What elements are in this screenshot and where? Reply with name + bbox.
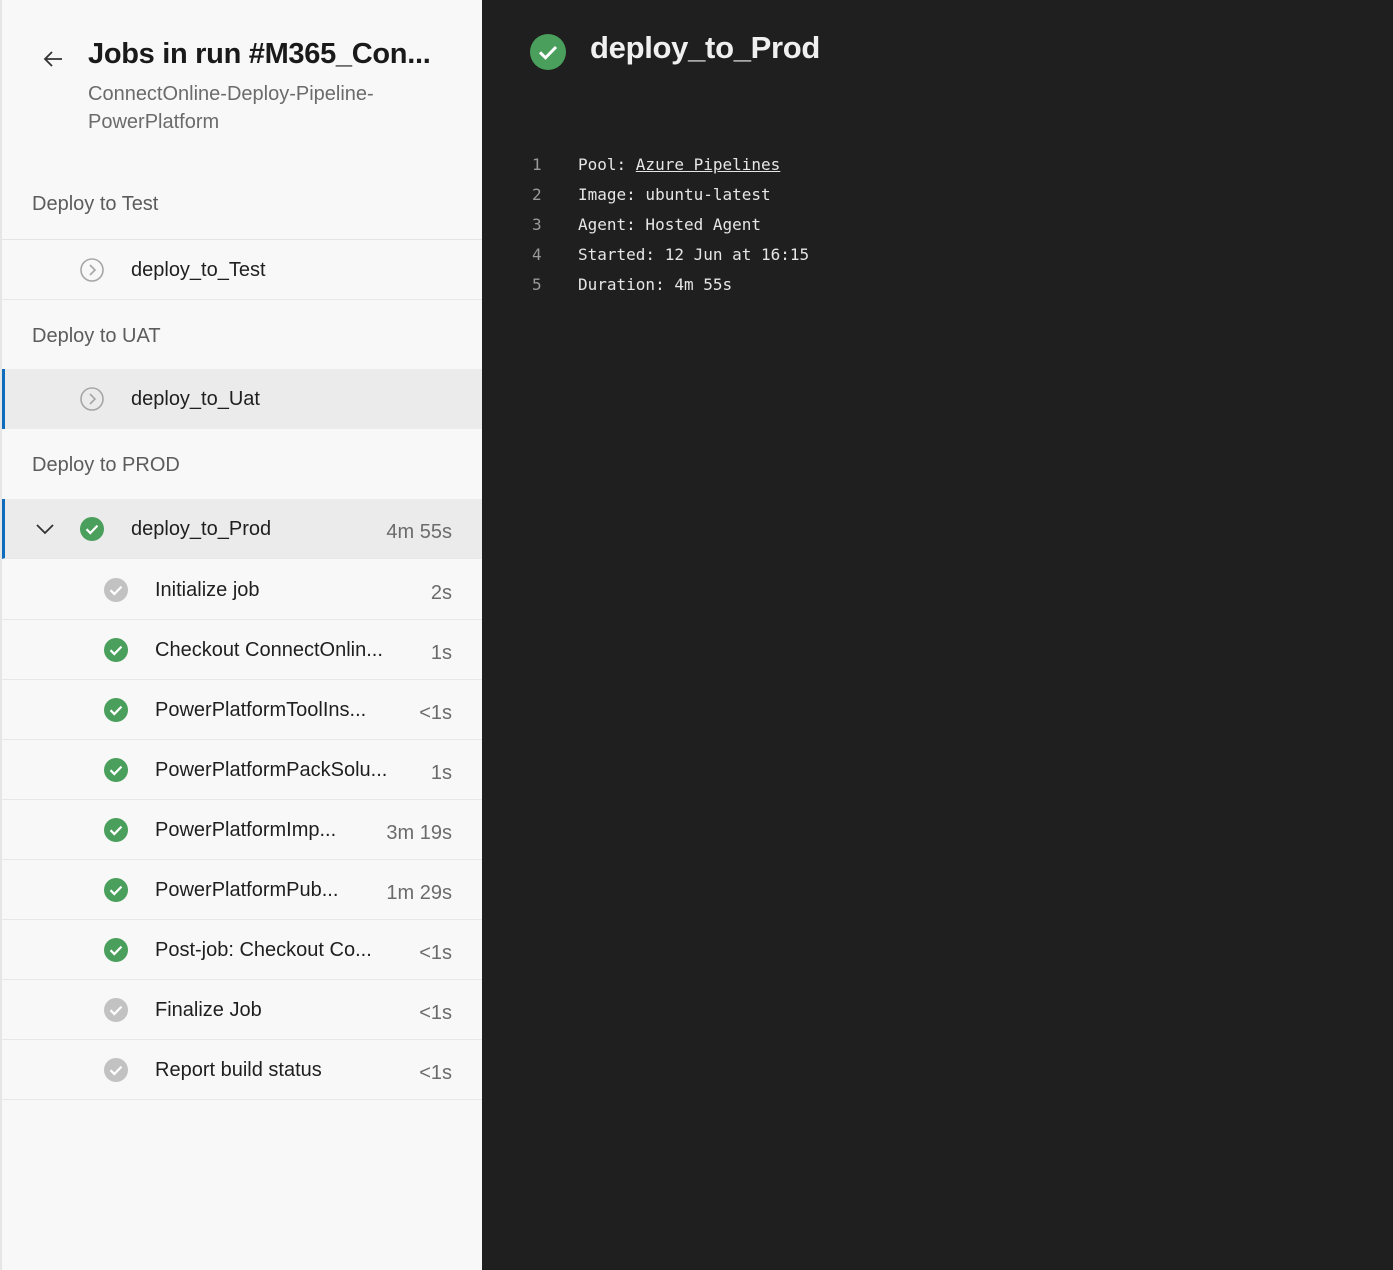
step-row[interactable]: PowerPlatformToolIns... <1s <box>2 680 482 740</box>
step-label: Post-job: Checkout Co... <box>155 939 372 961</box>
gray-check-circle-icon <box>103 997 129 1023</box>
check-circle-icon <box>103 637 129 663</box>
step-duration: 1m 29s <box>386 882 452 904</box>
step-duration: 1s <box>430 762 452 784</box>
job-detail-pane: deploy_to_Prod 1 Pool: Azure Pipelines 2 I… <box>482 0 1393 1270</box>
line-number: 4 <box>532 245 542 264</box>
step-duration: <1s <box>419 1002 452 1024</box>
step-label: Finalize Job <box>155 999 262 1021</box>
step-label: PowerPlatformPackSolu... <box>155 759 388 781</box>
step-duration: <1s <box>419 942 452 964</box>
job-label: deploy_to_Test <box>131 259 266 281</box>
stage-header-prod: Deploy to PROD <box>32 453 180 476</box>
step-row[interactable]: Checkout ConnectOnlin... 1s <box>2 620 482 680</box>
job-row-deploy-to-uat[interactable]: deploy_to_Uat <box>2 369 482 429</box>
log-text: Agent: Hosted Agent <box>578 215 762 234</box>
step-label: PowerPlatformToolIns... <box>155 699 367 721</box>
jobs-pane: Jobs in run #M365_Con... ConnectOnline-D… <box>0 0 482 1270</box>
log-text: Started: 12 Jun at 16:15 <box>578 245 810 264</box>
job-detail-title: deploy_to_Prod <box>590 30 821 65</box>
circle-chevron-icon <box>79 386 105 412</box>
stage-header-test: Deploy to Test <box>2 170 482 240</box>
step-row[interactable]: PowerPlatformImp... 3m 19s <box>2 800 482 860</box>
step-label: Initialize job <box>155 579 260 601</box>
job-row-deploy-to-test[interactable]: deploy_to_Test <box>2 240 482 300</box>
pipeline-name: ConnectOnline-Deploy-Pipeline-PowerPlatf… <box>88 83 374 133</box>
check-circle-icon <box>103 937 129 963</box>
step-row[interactable]: PowerPlatformPackSolu... 1s <box>2 740 482 800</box>
job-duration: 4m 55s <box>386 521 452 543</box>
check-circle-icon <box>529 33 567 71</box>
step-duration: <1s <box>419 702 452 724</box>
jobs-header: Jobs in run #M365_Con... ConnectOnline-D… <box>2 0 482 160</box>
step-row[interactable]: Post-job: Checkout Co... <1s <box>2 920 482 980</box>
step-row[interactable]: Initialize job 2s <box>2 560 482 620</box>
log-line: 3 Agent: Hosted Agent <box>532 210 809 240</box>
line-number: 5 <box>532 275 542 294</box>
gray-check-circle-icon <box>103 1057 129 1083</box>
step-duration: 2s <box>430 582 452 604</box>
job-log: 1 Pool: Azure Pipelines 2 Image: ubuntu-la… <box>532 150 809 300</box>
stage-header-uat: Deploy to UAT <box>32 324 161 347</box>
log-line: 1 Pool: Azure Pipelines <box>532 150 809 180</box>
check-circle-icon <box>79 516 105 542</box>
check-circle-icon <box>103 757 129 783</box>
page-title: Jobs in run #M365_Con... <box>88 38 431 70</box>
line-number: 1 <box>532 155 542 174</box>
job-label: deploy_to_Prod <box>131 518 272 540</box>
step-duration: 1s <box>430 642 452 664</box>
log-line: 5 Duration: 4m 55s <box>532 270 809 300</box>
step-duration: <1s <box>419 1062 452 1084</box>
arrow-left-icon <box>42 48 64 74</box>
step-row[interactable]: Finalize Job <1s <box>2 980 482 1040</box>
log-line: 4 Started: 12 Jun at 16:15 <box>532 240 809 270</box>
line-number: 3 <box>532 215 542 234</box>
step-label: PowerPlatformImp... <box>155 819 337 841</box>
step-row[interactable]: PowerPlatformPub... 1m 29s <box>2 860 482 920</box>
job-label: deploy_to_Uat <box>131 388 260 410</box>
step-label: Report build status <box>155 1059 322 1081</box>
log-text: Pool: <box>578 155 636 174</box>
job-row-deploy-to-prod[interactable]: deploy_to_Prod 4m 55s <box>2 499 482 559</box>
back-button[interactable] <box>38 46 68 76</box>
pool-link[interactable]: Azure Pipelines <box>636 155 781 174</box>
log-text: Duration: 4m 55s <box>578 275 733 294</box>
circle-chevron-icon <box>79 257 105 283</box>
step-label: Checkout ConnectOnlin... <box>155 639 383 661</box>
check-circle-icon <box>103 697 129 723</box>
log-line: 2 Image: ubuntu-latest <box>532 180 809 210</box>
step-row[interactable]: Report build status <1s <box>2 1040 482 1100</box>
check-circle-icon <box>103 877 129 903</box>
gray-check-circle-icon <box>103 577 129 603</box>
check-circle-icon <box>103 817 129 843</box>
line-number: 2 <box>532 185 542 204</box>
chevron-down-icon[interactable] <box>33 517 57 541</box>
step-label: PowerPlatformPub... <box>155 879 339 901</box>
step-duration: 3m 19s <box>386 822 452 844</box>
log-text: Image: ubuntu-latest <box>578 185 771 204</box>
